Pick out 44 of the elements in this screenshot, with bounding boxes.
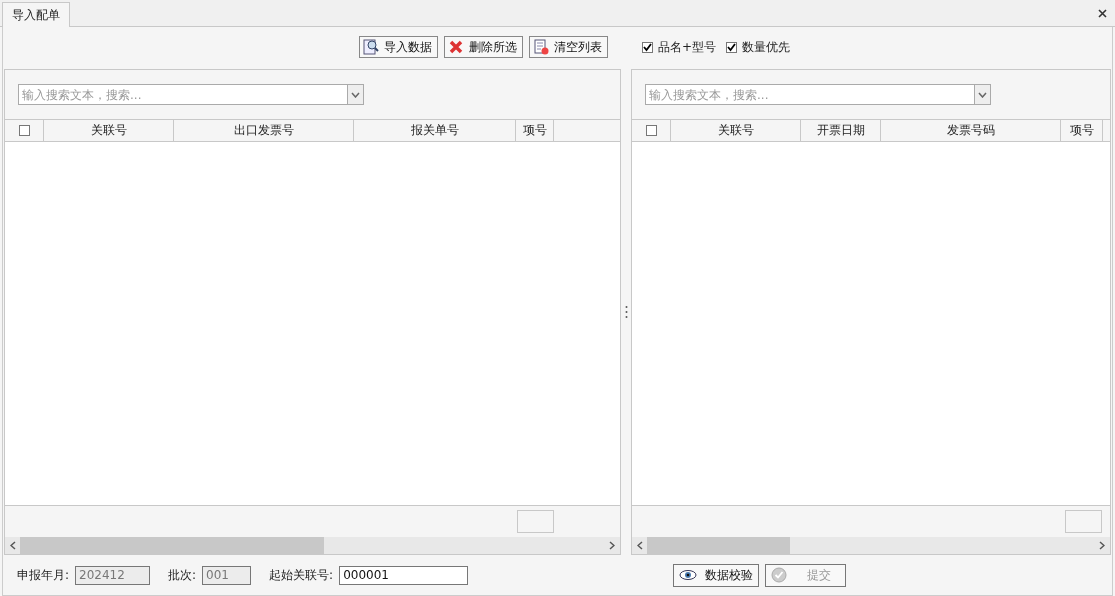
toolbar-button[interactable]: 删除所选 — [444, 36, 523, 58]
select-all-checkbox[interactable] — [18, 125, 30, 136]
magnifier-document-icon — [363, 39, 379, 55]
column-header[interactable]: 开票日期 — [816, 122, 865, 139]
scroll-right-icon[interactable] — [1099, 541, 1105, 550]
chevron-down-icon — [978, 91, 987, 98]
column-header[interactable]: 报关单号 — [410, 122, 459, 139]
checkmark-icon — [643, 42, 652, 52]
summary-box — [517, 510, 554, 533]
dropdown-button[interactable] — [974, 84, 991, 105]
scroll-left-icon[interactable] — [10, 541, 16, 550]
input-field[interactable]: 000001 — [339, 565, 469, 585]
column-header[interactable]: 发票号码 — [946, 122, 995, 139]
eye-icon — [679, 569, 698, 581]
scroll-right-icon[interactable] — [609, 541, 615, 550]
close-icon[interactable] — [1098, 9, 1107, 18]
action-button[interactable]: 数据校验 — [673, 563, 760, 587]
horizontal-scrollbar[interactable] — [5, 537, 620, 554]
toolbar-button[interactable]: 清空列表 — [529, 36, 608, 58]
delete-icon — [448, 39, 464, 55]
tab[interactable]: 导入配单 — [2, 2, 70, 27]
select-all-checkbox[interactable] — [645, 125, 657, 136]
column-header[interactable]: 项号 — [522, 122, 547, 139]
splitter-handle-icon[interactable] — [624, 305, 628, 319]
dropdown-button[interactable] — [347, 84, 364, 105]
field-label: 起始关联号: — [269, 566, 334, 584]
column-header[interactable]: 关联号 — [717, 122, 754, 139]
check-circle-icon — [771, 567, 788, 583]
search-field[interactable]: 输入搜索文本，搜索... — [18, 84, 347, 105]
column-header[interactable]: 项号 — [1069, 122, 1094, 139]
chevron-down-icon — [351, 91, 360, 98]
field-label: 批次: — [168, 566, 197, 584]
column-header[interactable]: 出口发票号 — [233, 122, 294, 139]
column-header[interactable]: 关联号 — [90, 122, 127, 139]
summary-box — [1065, 510, 1102, 533]
toolbar-button[interactable]: 导入数据 — [359, 36, 438, 58]
option-checkbox[interactable]: 品名+型号 — [642, 38, 717, 56]
scroll-left-icon[interactable] — [637, 541, 643, 550]
checkmark-icon — [727, 42, 737, 52]
option-checkbox[interactable]: 数量优先 — [726, 38, 791, 56]
search-field[interactable]: 输入搜索文本，搜索... — [645, 84, 974, 105]
document-clear-icon — [533, 39, 549, 55]
field-label: 申报年月: — [17, 566, 70, 584]
horizontal-scrollbar[interactable] — [632, 537, 1110, 554]
